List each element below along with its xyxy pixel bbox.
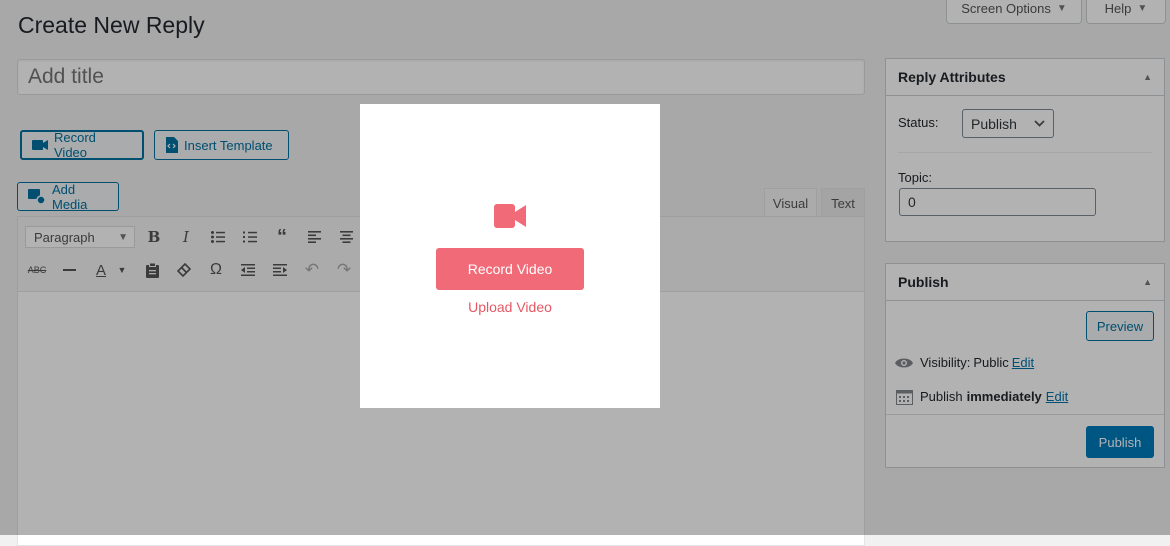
upload-video-link[interactable]: Upload Video [360,299,660,315]
record-video-modal: Record Video Upload Video [360,104,660,408]
record-video-button-label: Record Video [467,261,553,277]
record-video-button[interactable]: Record Video [436,248,584,290]
video-camera-icon [494,204,526,228]
